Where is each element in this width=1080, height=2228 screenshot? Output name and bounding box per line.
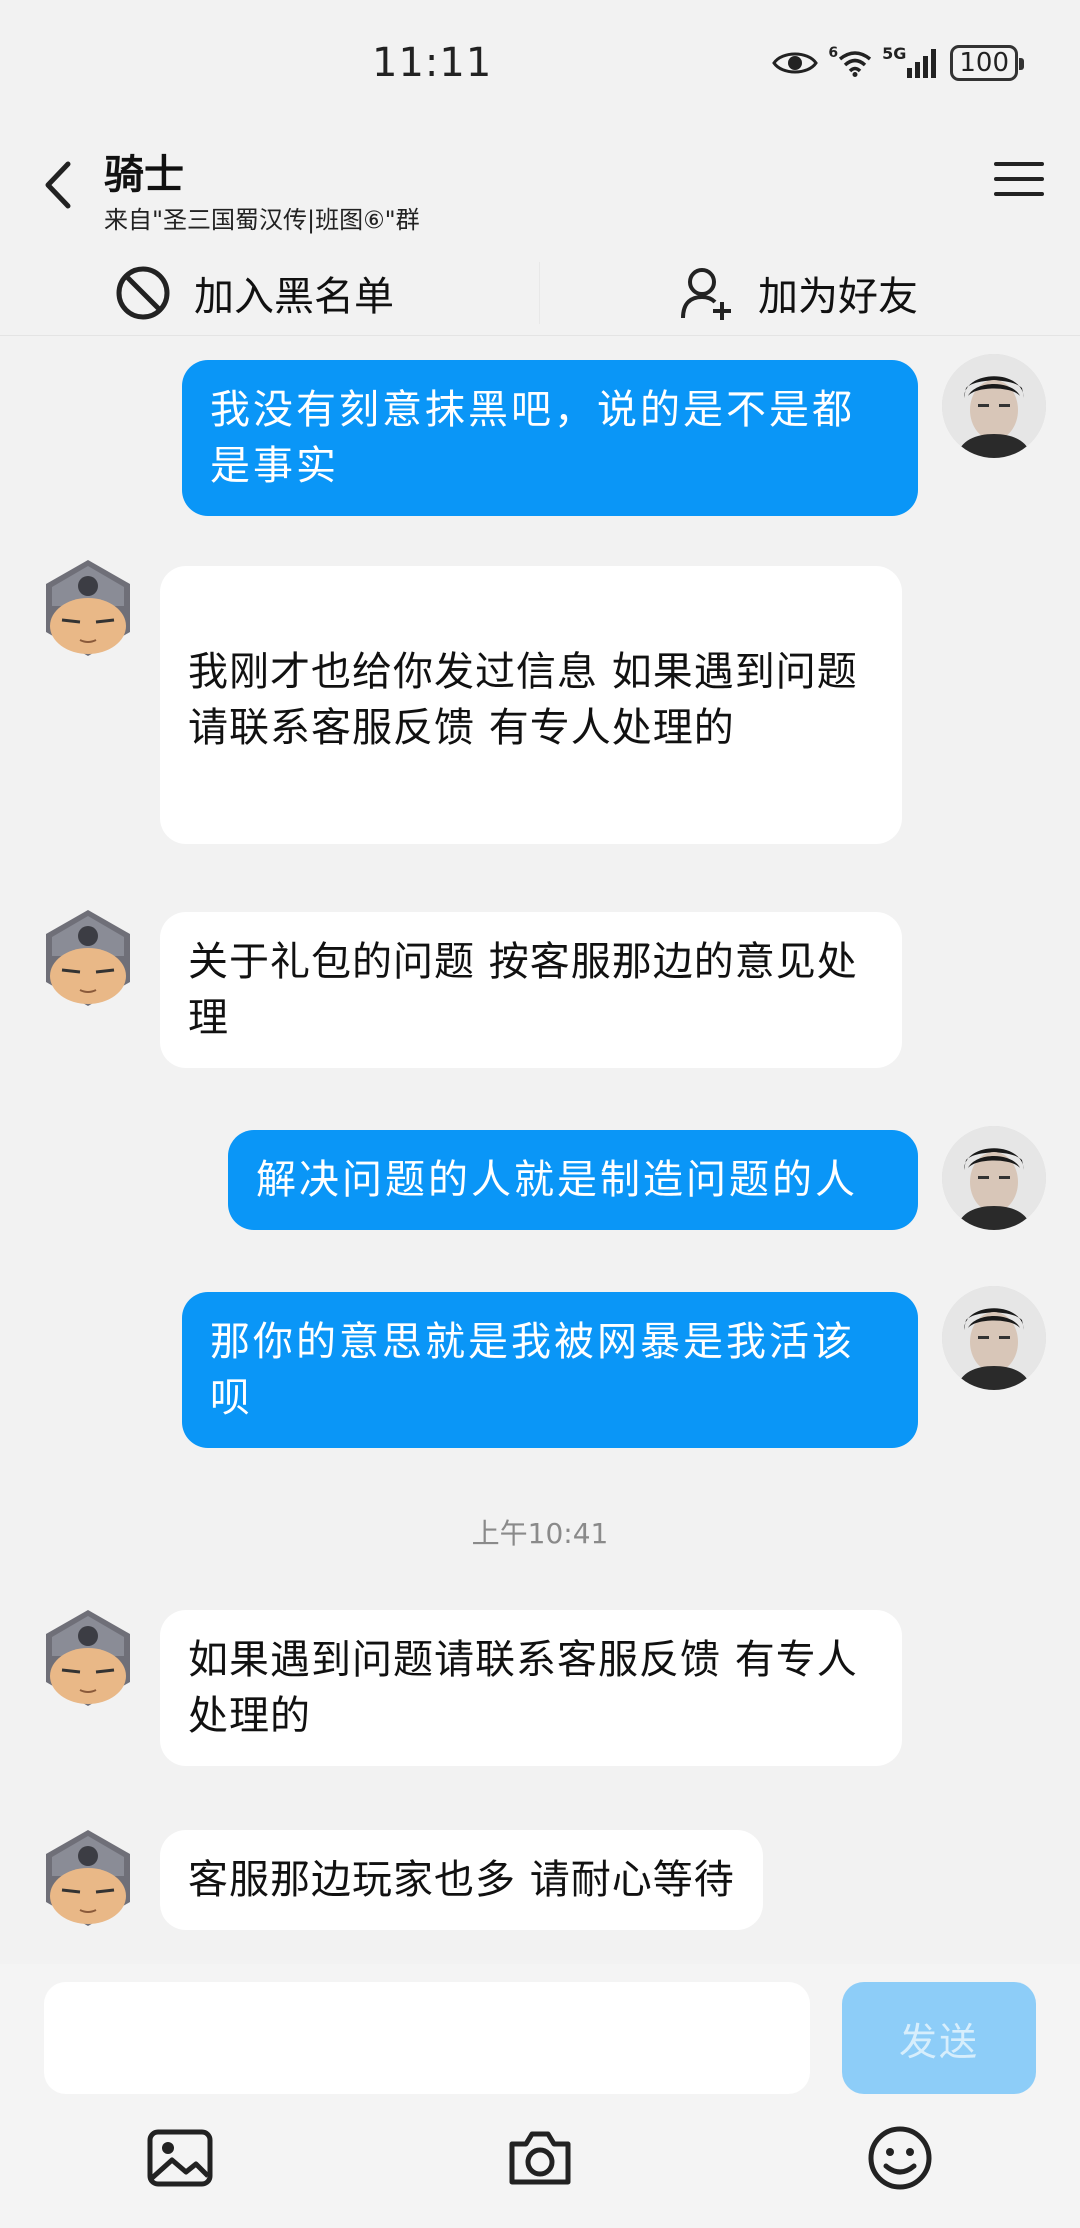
my-avatar[interactable] [942, 1126, 1046, 1230]
my-message-bubble[interactable]: 解决问题的人就是制造问题的人 [228, 1130, 918, 1230]
message-row: 如果遇到问题请联系客服反馈 有专人处理的 [0, 1606, 1080, 1776]
wifi-indicator: 6 [828, 45, 872, 77]
status-icons: 6 5G 100 [772, 40, 1024, 86]
contact-message-bubble[interactable]: 客服那边玩家也多 请耐心等待 [160, 1830, 763, 1930]
contact-avatar[interactable] [36, 906, 140, 1010]
knight-avatar-icon [46, 1830, 130, 1926]
contact-message-bubble[interactable]: 如果遇到问题请联系客服反馈 有专人处理的 [160, 1610, 902, 1766]
back-arrow-icon[interactable] [36, 150, 82, 220]
status-bar: 11:11 6 5G 100 [0, 0, 1080, 130]
knight-avatar-icon [46, 560, 130, 656]
send-button[interactable]: 发送 [842, 1982, 1036, 2094]
chat-header: 骑士 来自"圣三国蜀汉传|班图⑥"群 [0, 130, 1080, 242]
contact-avatar[interactable] [36, 556, 140, 660]
person-avatar-icon [942, 1286, 1046, 1390]
message-timestamp: 上午10:41 [471, 1517, 609, 1550]
add-friend-label: 加为好友 [758, 274, 918, 320]
add-friend-button[interactable]: 加为好友 [680, 258, 918, 328]
battery-indicator: 100 [950, 45, 1024, 81]
message-row: 客服那边玩家也多 请耐心等待 [0, 1826, 1080, 1946]
blacklist-label: 加入黑名单 [194, 274, 394, 320]
contact-avatar[interactable] [36, 1606, 140, 1710]
knight-avatar-icon [46, 910, 130, 1006]
add-to-blacklist-button[interactable]: 加入黑名单 [114, 258, 394, 328]
knight-avatar-icon [46, 1610, 130, 1706]
status-time: 11:11 [372, 40, 493, 86]
message-input[interactable] [44, 1982, 810, 2094]
person-avatar-icon [942, 1126, 1046, 1230]
wifi-icon [839, 51, 872, 77]
wifi-label: 6 [828, 45, 839, 61]
contact-message-bubble[interactable]: 关于礼包的问题 按客服那边的意见处理 [160, 912, 902, 1068]
contact-source: 来自"圣三国蜀汉传|班图⑥"群 [104, 206, 420, 234]
person-avatar-icon [942, 354, 1046, 458]
message-row: 我刚才也给你发过信息 如果遇到问题请联系客服反馈 有专人处理的 [0, 556, 1080, 844]
message-row: 关于礼包的问题 按客服那边的意见处理 [0, 906, 1080, 1076]
message-row: 解决问题的人就是制造问题的人 [0, 1126, 1080, 1246]
contact-name: 骑士 [104, 152, 184, 198]
my-avatar[interactable] [942, 354, 1046, 458]
image-icon[interactable] [146, 2124, 214, 2192]
chat-area[interactable]: 我没有刻意抹黑吧，说的是不是都是事实 我刚才也给你发过信息 如果遇到问题请联系客… [0, 336, 1080, 1964]
action-bar: 加入黑名单 加为好友 [0, 250, 1080, 336]
emoji-icon[interactable] [866, 2124, 934, 2192]
camera-icon[interactable] [506, 2124, 574, 2192]
eye-icon [772, 52, 819, 74]
cell-indicator: 5G [882, 44, 940, 78]
menu-icon[interactable] [992, 156, 1046, 202]
signal-bars-icon [907, 49, 937, 78]
message-row: 我没有刻意抹黑吧，说的是不是都是事实 [0, 336, 1080, 516]
action-divider [539, 262, 540, 324]
my-message-bubble[interactable]: 那你的意思就是我被网暴是我活该呗 [182, 1292, 918, 1448]
message-row: 那你的意思就是我被网暴是我活该呗 [0, 1286, 1080, 1456]
my-avatar[interactable] [942, 1286, 1046, 1390]
signal-label: 5G [882, 44, 907, 63]
block-icon [116, 266, 170, 320]
my-message-bubble[interactable]: 我没有刻意抹黑吧，说的是不是都是事实 [182, 360, 918, 516]
contact-message-bubble[interactable]: 我刚才也给你发过信息 如果遇到问题请联系客服反馈 有专人处理的 [160, 566, 902, 844]
contact-avatar[interactable] [36, 1826, 140, 1930]
add-user-icon [681, 268, 731, 320]
input-area: 发送 [0, 1964, 1080, 2228]
